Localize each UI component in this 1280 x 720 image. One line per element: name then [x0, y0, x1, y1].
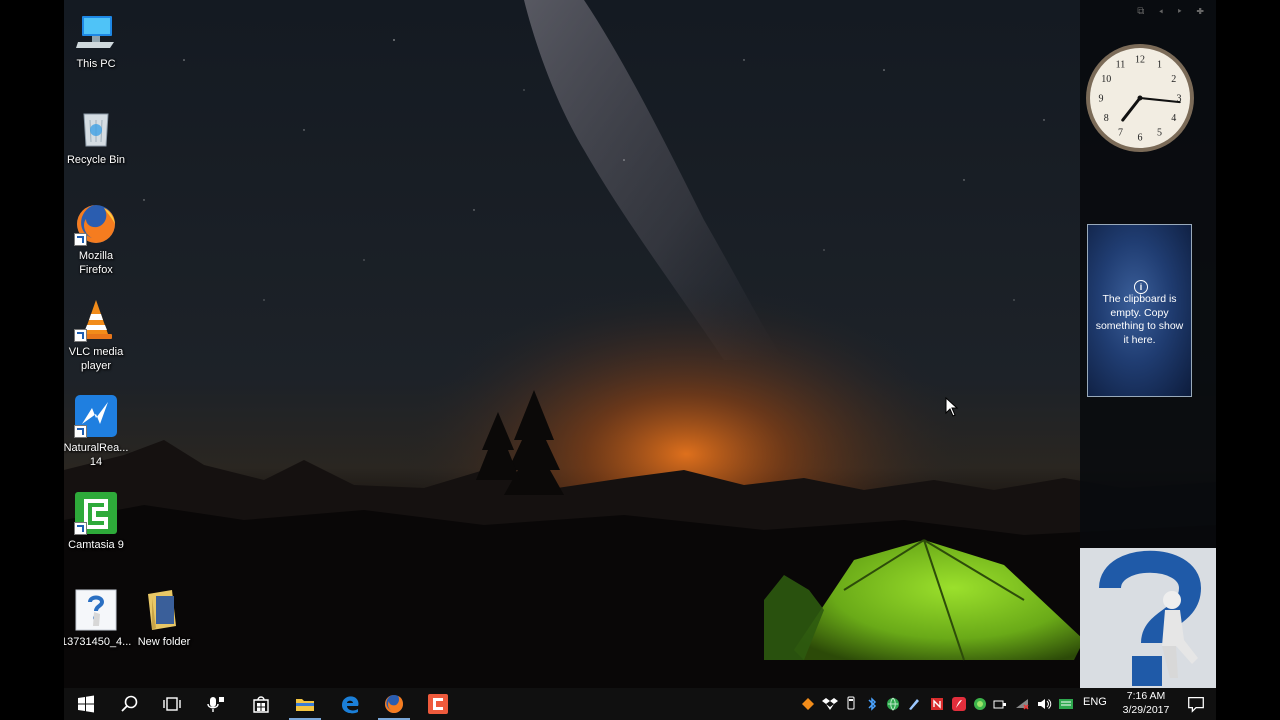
search-icon: [121, 695, 138, 712]
shortcut-arrow-icon: [74, 329, 87, 342]
usb-device-icon[interactable]: [843, 696, 859, 712]
task-view-button[interactable]: [152, 688, 192, 720]
cortana-button[interactable]: [196, 688, 236, 720]
file-explorer-button[interactable]: [285, 688, 325, 720]
desktop-icon-label: VLC media player: [68, 346, 124, 372]
taskbar-clock[interactable]: 7:16 AM 3/29/2017: [1118, 689, 1174, 717]
shortcut-arrow-icon: [74, 233, 87, 246]
help-picture-gadget[interactable]: [1080, 548, 1216, 691]
image-file-icon: [74, 588, 118, 632]
tray-app-icon[interactable]: [800, 696, 816, 712]
task-view-icon: [163, 697, 181, 711]
start-icon: [78, 695, 94, 713]
taskbar-date: 3/29/2017: [1122, 704, 1170, 716]
clock-numeral: 1: [1157, 60, 1162, 71]
desktop-icon-this-pc[interactable]: This PC: [64, 10, 131, 72]
desktop-icon-label: NaturalRea... 14: [64, 442, 129, 468]
clipboard-gadget[interactable]: i The clipboard is empty. Copy something…: [1087, 224, 1192, 397]
clipboard-message: The clipboard is empty. Copy something t…: [1095, 293, 1184, 346]
clock-numeral: 6: [1138, 133, 1143, 144]
keyboard-app-icon[interactable]: [1058, 696, 1074, 712]
desktop-icon-vlc[interactable]: VLC media player: [64, 298, 131, 373]
firefox-taskbar-button[interactable]: [374, 688, 414, 720]
clock-numeral: 5: [1157, 127, 1162, 138]
mouse-cursor-icon: [945, 397, 959, 417]
desktop-icon-image-file[interactable]: 13731450_4...: [64, 588, 131, 650]
desktop-icon-new-folder[interactable]: New folder: [129, 588, 199, 650]
clock-numeral: 4: [1171, 113, 1176, 124]
desktop-icon-label: Mozilla Firefox: [78, 250, 114, 276]
desktop-icon-recycle-bin[interactable]: Recycle Bin: [64, 106, 131, 168]
computer-icon: [74, 10, 118, 54]
shortcut-arrow-icon: [74, 522, 87, 535]
info-icon: i: [1134, 280, 1148, 294]
taskbar-time: 7:16 AM: [1126, 690, 1166, 702]
question-mark-figure-icon: [1099, 550, 1202, 686]
desktop-icon-naturalreader[interactable]: NaturalRea... 14: [64, 394, 131, 469]
clock-numeral: 12: [1135, 55, 1145, 66]
folder-icon: [142, 588, 186, 632]
taskbar: ENG 7:16 AM 3/29/2017: [64, 688, 1216, 720]
clock-gadget[interactable]: 12 1234567891011: [1082, 40, 1198, 156]
language-indicator[interactable]: ENG: [1083, 696, 1107, 708]
store-button[interactable]: [241, 688, 281, 720]
desktop-icon-label: Recycle Bin: [66, 154, 126, 166]
desktop-icon-label: New folder: [137, 636, 191, 648]
desktop-icon-label: 13731450_4...: [64, 636, 132, 648]
notification-icon: [1188, 697, 1204, 713]
vlc-icon: [74, 298, 118, 342]
volume-icon[interactable]: [1036, 696, 1052, 712]
edge-button[interactable]: [330, 688, 370, 720]
pdf-app-icon[interactable]: [951, 696, 967, 712]
firefox-icon: [385, 695, 403, 713]
clock-numeral: 7: [1118, 127, 1123, 138]
dropbox-icon[interactable]: [822, 696, 838, 712]
bluetooth-icon[interactable]: [864, 696, 880, 712]
red-app-icon[interactable]: [929, 696, 945, 712]
naturalreader-icon: [74, 394, 118, 438]
pen-tool-icon[interactable]: [906, 696, 922, 712]
clock-numeral: 2: [1171, 74, 1176, 85]
firefox-icon: [74, 202, 118, 246]
desktop-icon-camtasia[interactable]: Camtasia 9: [64, 491, 131, 553]
network-globe-icon[interactable]: [885, 696, 901, 712]
camtasia-icon: [428, 694, 448, 714]
edge-icon: [342, 696, 359, 714]
shortcut-arrow-icon: [74, 425, 87, 438]
sidebar-controls[interactable]: ⧉ ◂ ▸ ✚: [1137, 6, 1210, 17]
desktop: This PC Recycle Bin Mozilla Firefox VLC …: [64, 0, 1216, 720]
desktop-icon-label: Camtasia 9: [68, 539, 124, 551]
clock-numeral: 9: [1099, 94, 1104, 105]
cortana-mic-icon: [207, 697, 224, 712]
desktop-icon-firefox[interactable]: Mozilla Firefox: [64, 202, 131, 277]
green-circle-icon[interactable]: [972, 696, 988, 712]
desktop-icon-label: This PC: [76, 58, 116, 70]
power-plug-icon[interactable]: [993, 696, 1009, 712]
camtasia-taskbar-button[interactable]: [418, 688, 458, 720]
wallpaper: [64, 0, 1216, 688]
camtasia-icon: [74, 491, 118, 535]
action-center-button[interactable]: [1176, 688, 1216, 720]
start-button[interactable]: [66, 688, 106, 720]
file-explorer-icon: [296, 699, 314, 711]
wifi-disconnected-icon[interactable]: [1014, 696, 1030, 712]
store-icon: [253, 696, 269, 713]
clock-numeral: 10: [1101, 74, 1111, 85]
search-button[interactable]: [109, 688, 149, 720]
recycle-bin-icon: [74, 106, 118, 150]
clock-numeral: 11: [1116, 60, 1126, 71]
clock-numeral: 8: [1104, 113, 1109, 124]
